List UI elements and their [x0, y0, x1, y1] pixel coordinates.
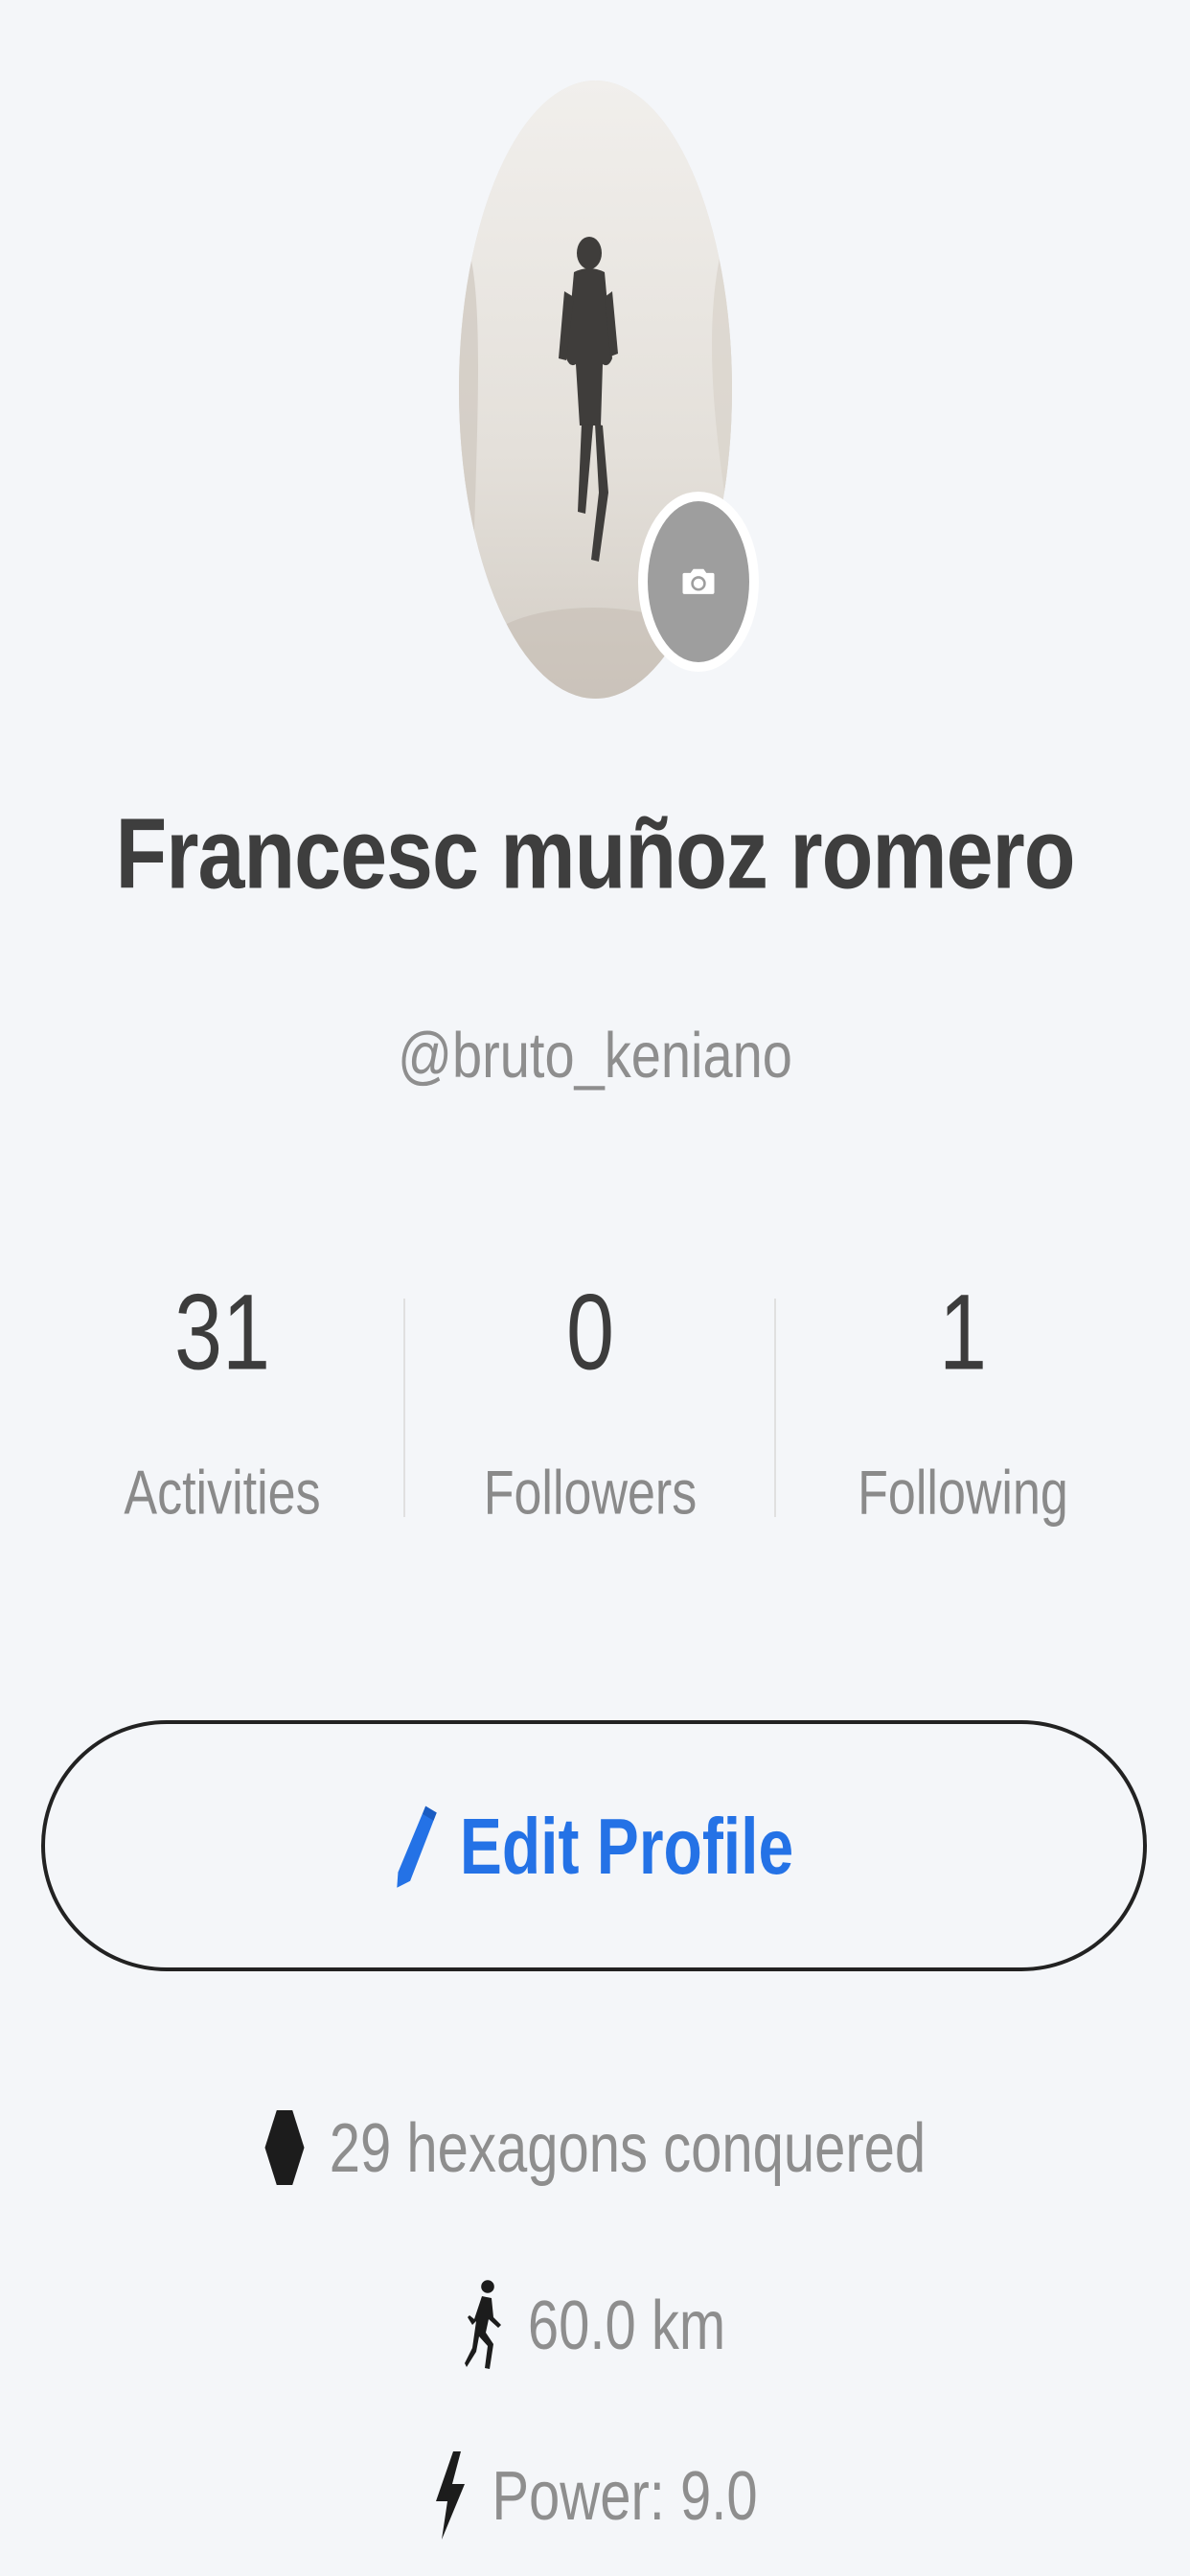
- stat-value: 0: [565, 1273, 615, 1393]
- profile-name: Francesc muñoz romero: [115, 797, 1075, 909]
- pencil-icon: [397, 1806, 437, 1888]
- running-icon: [464, 2280, 501, 2369]
- stat-value: 1: [938, 1273, 988, 1393]
- change-photo-button[interactable]: [638, 492, 759, 672]
- avatar-section: [459, 80, 759, 699]
- stat-value: 31: [173, 1273, 271, 1393]
- distance-stat: 60.0 km: [0, 2279, 1190, 2371]
- hexagons-text: 29 hexagons conquered: [329, 2108, 927, 2187]
- hexagons-stat: 29 hexagons conquered: [0, 2108, 1190, 2187]
- stat-label: Followers: [483, 1458, 698, 1529]
- power-text: Power: 9.0: [492, 2456, 758, 2535]
- edit-profile-label: Edit Profile: [459, 1801, 794, 1891]
- profile-handle: @bruto_keniano: [398, 1018, 792, 1092]
- stat-label: Following: [858, 1458, 1068, 1529]
- lightning-icon: [436, 2451, 466, 2540]
- stat-label: Activities: [124, 1458, 321, 1529]
- stats-row: 31 Activities 0 Followers 1 Following: [0, 1273, 1190, 1552]
- power-stat: Power: 9.0: [0, 2451, 1190, 2540]
- stat-divider: [403, 1299, 405, 1517]
- hexagon-icon: [264, 2110, 305, 2185]
- edit-profile-button[interactable]: Edit Profile: [41, 1720, 1147, 1971]
- camera-icon: [682, 568, 715, 594]
- stat-divider: [774, 1299, 776, 1517]
- distance-text: 60.0 km: [527, 2286, 726, 2364]
